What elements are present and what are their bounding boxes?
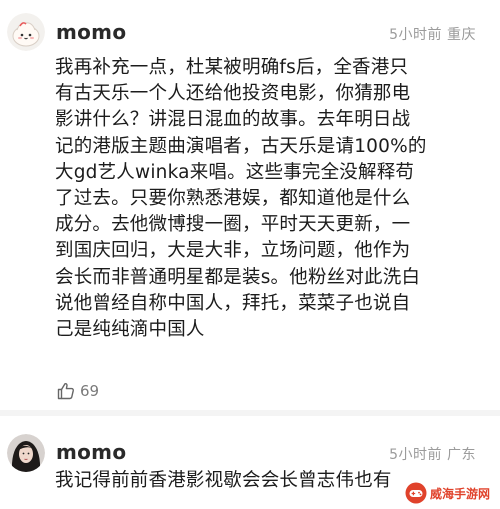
comment-timestamp-location: 5小时前 广东 (389, 447, 476, 463)
comment-item: momo 5小时前 重庆 我再补充一点，杜某被明确fs后，全香港只 有古天乐一个… (0, 0, 500, 412)
like-button[interactable]: 69 (56, 380, 99, 402)
comment-username[interactable]: momo (56, 20, 126, 44)
thumbs-up-icon (57, 383, 74, 400)
cartoon-bun-avatar-icon (7, 13, 45, 51)
site-watermark: 威海手游网 (400, 480, 494, 506)
comment-timestamp-location: 5小时前 重庆 (389, 27, 476, 43)
comment-text: 我再补充一点，杜某被明确fs后，全香港只 有古天乐一个人还给他投资电影，你猜那电… (55, 57, 427, 341)
user-avatar[interactable] (7, 434, 45, 472)
dark-hair-portrait-avatar-icon (7, 434, 45, 472)
gamepad-logo-icon (405, 482, 427, 504)
user-avatar[interactable] (7, 13, 45, 51)
like-count: 69 (80, 382, 100, 400)
comment-username[interactable]: momo (56, 440, 126, 464)
watermark-text: 威海手游网 (429, 486, 490, 501)
